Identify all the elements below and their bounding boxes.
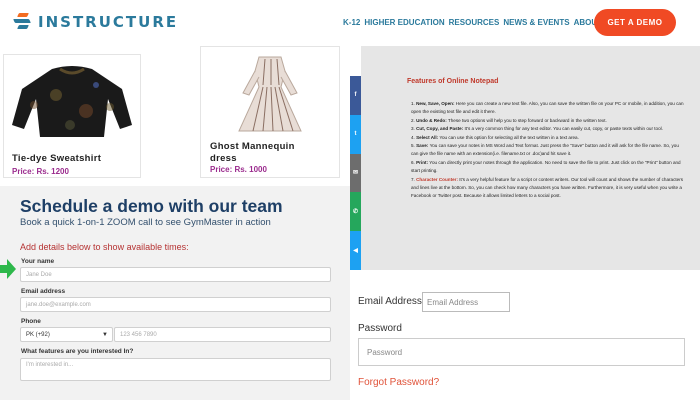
feature-description: You can directly print your notes throug… (411, 159, 681, 174)
schedule-demo-form: Schedule a demo with our team Book a qui… (0, 186, 350, 400)
logo[interactable]: INSTRUCTURE (12, 12, 178, 32)
product-price: Price: Rs. 1000 (210, 165, 267, 174)
product-name[interactable]: Tie-dye Sweatshirt (12, 153, 137, 165)
product-grid: Tie-dye Sweatshirt Price: Rs. 1200 Ghost… (0, 46, 350, 186)
nav-higher-education[interactable]: HIGHER EDUCATION (364, 18, 444, 27)
forgot-password-link[interactable]: Forgot Password? (358, 377, 439, 388)
notepad-feature-item: 5. Save: You can save your notes in MS W… (411, 143, 679, 157)
feature-heading: Character Counter: (416, 176, 458, 182)
email-address-input[interactable]: Email Address (422, 292, 510, 312)
notepad-title: Features of Online Notepad (407, 78, 499, 85)
share-icon[interactable]: ◀ (350, 231, 361, 270)
get-a-demo-button[interactable]: GET A DEMO (594, 9, 676, 36)
dress-image (201, 47, 339, 137)
features-label: What features are you interested In? (21, 348, 134, 355)
features-textarea[interactable]: I'm interested in... (20, 358, 331, 381)
logo-mark-icon (12, 12, 32, 32)
email-label: Email address (21, 288, 66, 295)
password-label: Password (358, 323, 402, 334)
page: INSTRUCTURE K-12 HIGHER EDUCATION RESOUR… (0, 0, 700, 400)
feature-description: It's a very common thing for any text ed… (463, 126, 663, 132)
schedule-title: Schedule a demo with our team (20, 196, 283, 216)
product-card[interactable]: Tie-dye Sweatshirt Price: Rs. 1200 (3, 54, 141, 178)
twitter-icon[interactable]: t (350, 114, 361, 154)
feature-heading: New, Save, Open: (416, 101, 455, 106)
share-sidebar: f t ✉ ✆ ◀ (350, 76, 361, 270)
pointer-arrow-icon (0, 259, 16, 279)
feature-heading: Print: (416, 159, 429, 165)
notepad-feature-item: 3. Cut, Copy, and Paste: It's a very com… (411, 126, 663, 132)
facebook-icon[interactable]: f (350, 76, 361, 115)
nav-news-events[interactable]: NEWS & EVENTS (503, 18, 569, 27)
notepad-feature-item: 7. Character Counter: It's a very helpfu… (411, 176, 684, 199)
chevron-down-icon: ▼ (102, 331, 108, 338)
login-form: Email Address Email Address Password Pas… (350, 270, 700, 400)
nav-resources[interactable]: RESOURCES (449, 18, 500, 27)
product-card[interactable]: Ghost Mannequin dress Price: Rs. 1000 (200, 46, 340, 178)
notepad-feature-item: 2. Undo & Redo: These two options will h… (411, 117, 607, 123)
country-code-value: PK (+92) (26, 331, 50, 338)
country-code-select[interactable]: PK (+92) ▼ (20, 327, 113, 342)
name-label: Your name (21, 258, 55, 265)
notepad-feature-item: 1. New, Save, Open: Here you can create … (411, 101, 684, 115)
name-input[interactable]: Jane Doe (20, 267, 331, 282)
main-nav: K-12 HIGHER EDUCATION RESOURCES NEWS & E… (343, 18, 615, 27)
feature-description: You can save your notes in MS Word and T… (411, 143, 679, 157)
feature-heading: Cut, Copy, and Paste: (416, 126, 464, 132)
email-icon[interactable]: ✉ (350, 153, 361, 193)
phone-label: Phone (21, 318, 41, 325)
feature-description: You can use this option for selecting al… (438, 134, 579, 140)
nav-k12[interactable]: K-12 (343, 18, 360, 27)
email-address-label: Email Address (358, 296, 422, 307)
notepad-features-panel: Features of Online Notepad 1. New, Save,… (361, 46, 700, 270)
notepad-feature-item: 6. Print: You can directly print your no… (411, 159, 681, 174)
brand-name: INSTRUCTURE (38, 13, 179, 31)
notepad-feature-list: 1. New, Save, Open: Here you can create … (411, 100, 686, 201)
site-header: INSTRUCTURE K-12 HIGHER EDUCATION RESOUR… (0, 0, 700, 46)
schedule-subtitle: Book a quick 1-on-1 ZOOM call to see Gym… (20, 217, 271, 228)
whatsapp-icon[interactable]: ✆ (350, 192, 361, 232)
password-input[interactable]: Password (358, 338, 685, 366)
schedule-note: Add details below to show available time… (20, 242, 189, 252)
feature-heading: Select All: (416, 134, 439, 140)
product-price: Price: Rs. 1200 (12, 167, 69, 176)
notepad-feature-item: 4. Select All: You can use this option f… (411, 134, 579, 140)
sweatshirt-image (4, 55, 140, 143)
feature-description: These two options will help you to step … (446, 117, 607, 123)
email-input[interactable]: jane.doe@example.com (20, 297, 331, 312)
phone-input[interactable]: 123 456 7890 (114, 327, 331, 342)
feature-heading: Save: (416, 143, 429, 149)
feature-heading: Undo & Redo: (416, 117, 447, 123)
product-name[interactable]: Ghost Mannequin dress (210, 141, 320, 165)
